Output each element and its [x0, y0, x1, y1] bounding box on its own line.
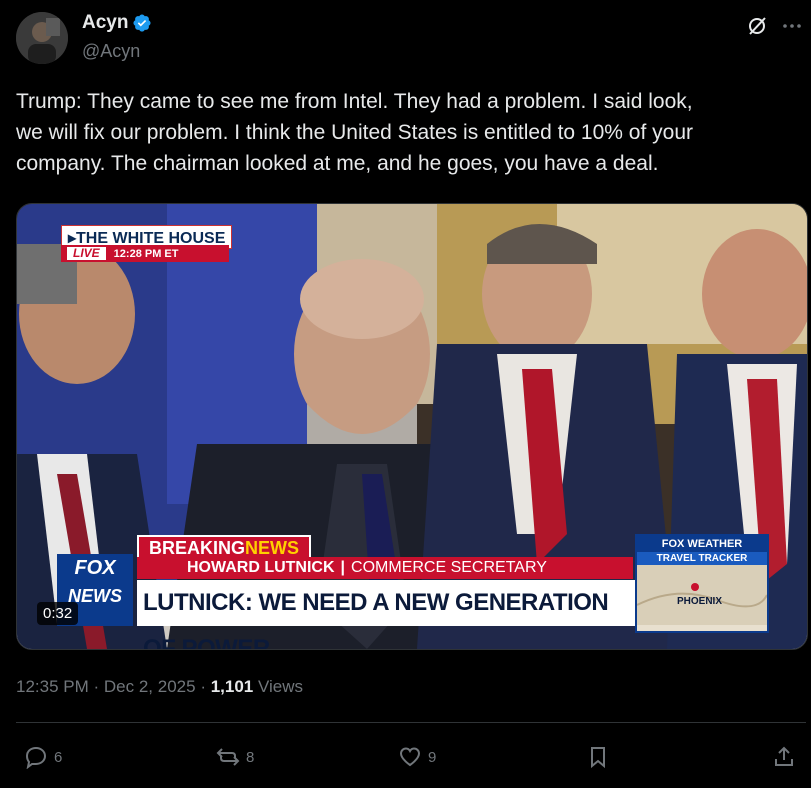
author-handle[interactable]: @Acyn — [82, 41, 140, 62]
repost-count: 8 — [246, 748, 255, 766]
views-label: Views — [257, 677, 304, 696]
nameplate-bar: HOWARD LUTNICK | COMMERCE SECRETARY — [137, 557, 633, 579]
video-duration: 0:32 — [37, 602, 79, 625]
divider — [16, 722, 806, 723]
bookmark-icon — [591, 747, 605, 769]
weather-subtitle: TRAVEL TRACKER — [637, 552, 767, 565]
author-display-name[interactable]: Acyn — [82, 12, 128, 34]
avatar-image — [16, 12, 68, 64]
reply-icon — [25, 746, 47, 769]
weather-city: PHOENIX — [677, 596, 723, 607]
nameplate-name: HOWARD LUTNICK — [187, 559, 335, 576]
tweet-time[interactable]: 12:35 PM — [16, 677, 89, 696]
live-time: 12:28 PM ET — [113, 247, 179, 260]
video-player[interactable]: ▸THE WHITE HOUSE LIVE 12:28 PM ET FOX NE… — [16, 203, 808, 650]
like-button[interactable]: 9 — [398, 745, 436, 769]
more-icon[interactable] — [780, 14, 804, 38]
tweet-date[interactable]: Dec 2, 2025 — [104, 677, 196, 696]
like-icon — [399, 747, 421, 767]
tweet-text: Trump: They came to see me from Intel. T… — [16, 90, 693, 175]
reply-button[interactable]: 6 — [24, 745, 62, 769]
reply-count: 6 — [54, 748, 63, 766]
weather-widget: FOX WEATHER TRAVEL TRACKER PHOENIX — [635, 534, 769, 633]
views-count: 1,101 — [210, 677, 254, 696]
weather-map — [637, 565, 767, 625]
nameplate-separator: | — [340, 559, 346, 576]
live-bar: LIVE 12:28 PM ET — [61, 245, 229, 262]
tweet-meta: 12:35 PM · Dec 2, 2025 · 1,101 Views — [16, 677, 303, 697]
repost-icon — [216, 748, 240, 766]
meta-separator: · — [93, 677, 104, 696]
nameplate-title: COMMERCE SECRETARY — [351, 559, 547, 576]
share-button[interactable] — [772, 745, 796, 769]
meta-separator: · — [200, 677, 211, 696]
like-count: 9 — [428, 748, 437, 766]
breaking-news-label: NEWS — [245, 538, 300, 558]
network-logo-line1: FOX — [74, 557, 116, 579]
live-label: LIVE — [67, 247, 106, 260]
verified-badge-icon[interactable] — [132, 13, 152, 33]
breaking-label: BREAKING — [149, 538, 246, 558]
headline-bar: LUTNICK: WE NEED A NEW GENERATION OF POW… — [137, 580, 639, 649]
share-icon — [775, 746, 793, 766]
avatar[interactable] — [16, 12, 68, 64]
repost-button[interactable]: 8 — [216, 745, 254, 769]
bookmark-button[interactable] — [586, 745, 610, 769]
weather-brand: FOX WEATHER — [637, 536, 767, 552]
grok-icon[interactable] — [745, 14, 769, 38]
author-name-row[interactable]: Acyn — [82, 12, 152, 34]
